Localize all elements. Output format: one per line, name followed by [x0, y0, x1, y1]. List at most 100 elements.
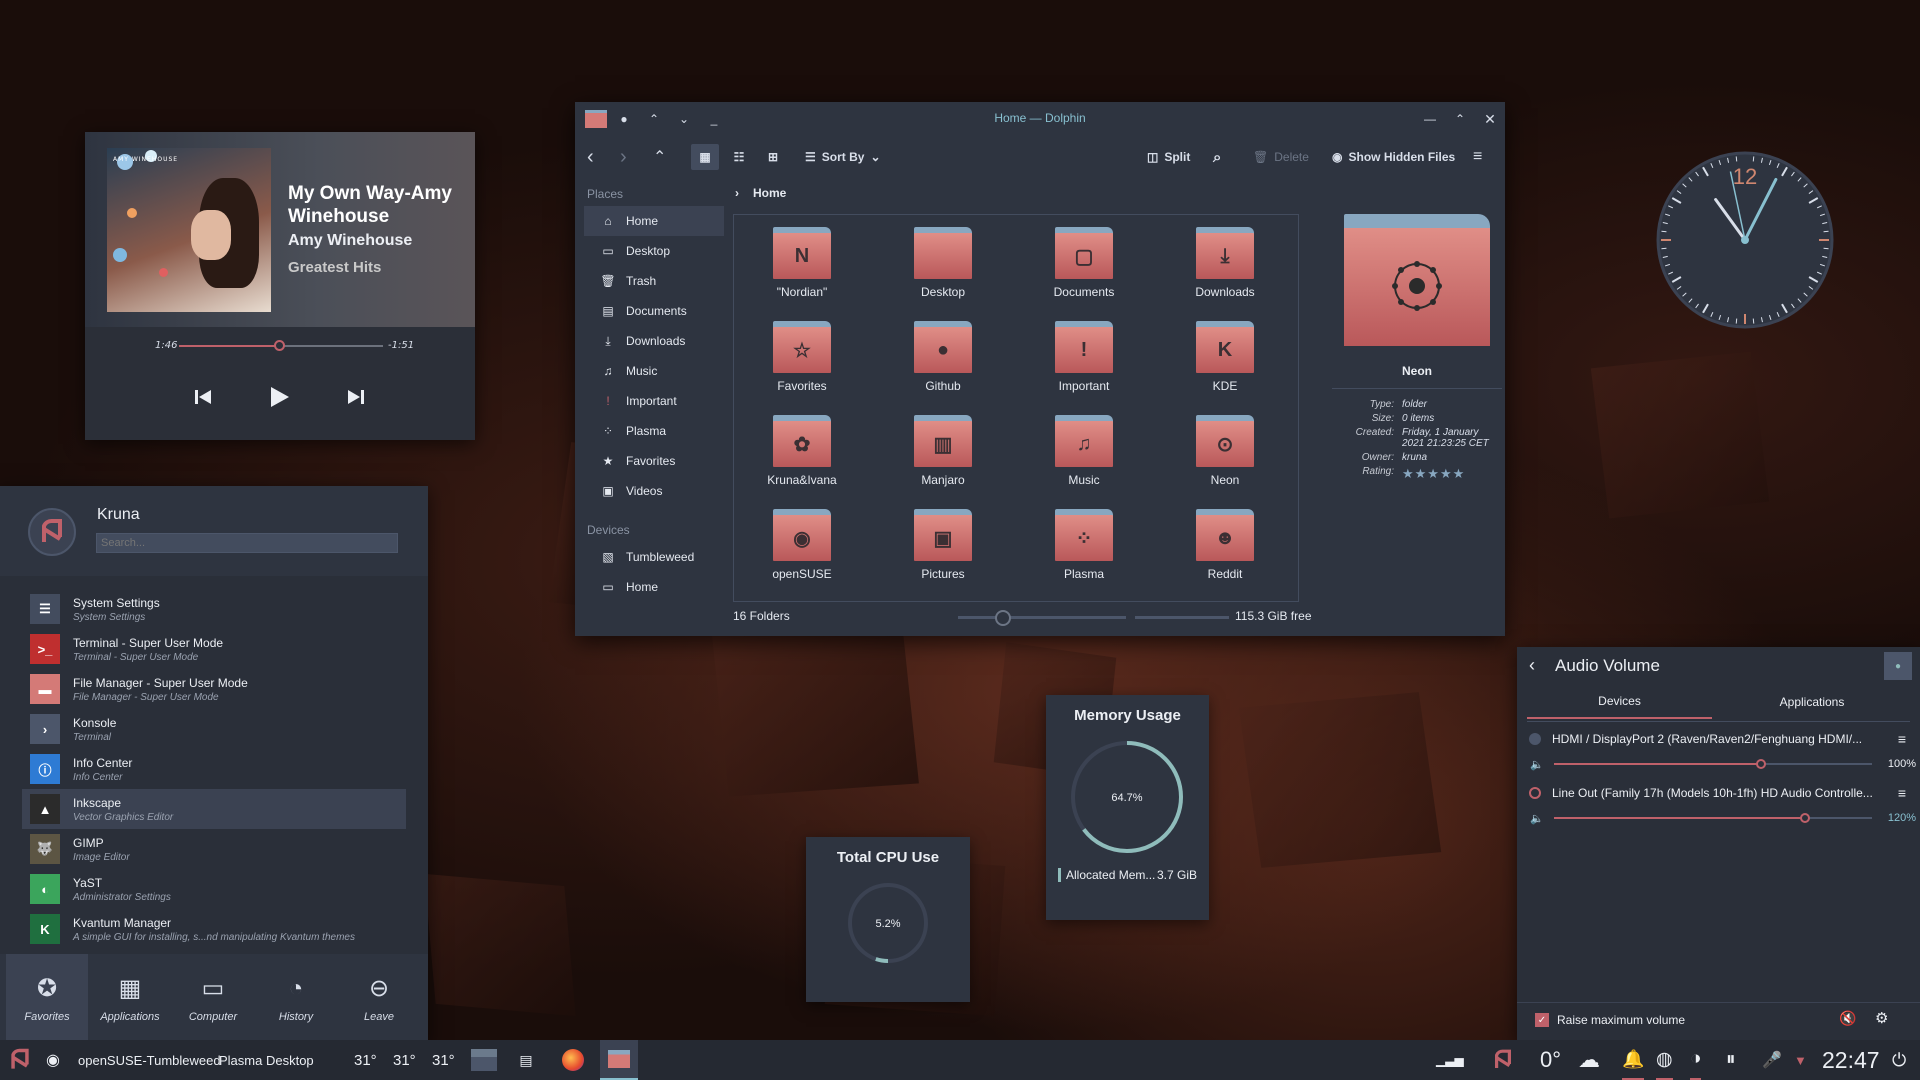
folder-item[interactable]: Desktop [883, 227, 1003, 319]
network-icon[interactable]: ◍ [1656, 1040, 1673, 1080]
back-button[interactable]: ‹ [1529, 655, 1535, 676]
volume-slider[interactable] [1554, 817, 1872, 819]
app-item[interactable]: ▲ Inkscape Vector Graphics Editor [22, 789, 406, 829]
device-menu-icon[interactable]: ≡ [1898, 785, 1906, 801]
folder-item[interactable]: ▢ Documents [1024, 227, 1144, 319]
tab-favorites[interactable]: ✪ Favorites [6, 954, 88, 1043]
minimize-button[interactable]: — [1421, 110, 1439, 128]
device-menu-icon[interactable]: ≡ [1898, 731, 1906, 747]
folder-item[interactable]: ▣ Pictures [883, 509, 1003, 601]
volume-knob[interactable] [1800, 813, 1811, 823]
media-pause-icon[interactable]: ⏸ [1726, 1040, 1736, 1080]
up-button[interactable]: ⌃ [653, 144, 666, 170]
place-desktop[interactable]: ▭ Desktop [584, 236, 724, 266]
launcher-button[interactable] [4, 1040, 36, 1080]
folder-item[interactable]: K KDE [1165, 321, 1285, 413]
back-button[interactable]: ‹ [587, 144, 594, 170]
default-radio[interactable] [1529, 787, 1541, 799]
previous-button[interactable] [188, 382, 218, 412]
sort-by-button[interactable]: ☰ Sort By ⌄ [805, 144, 881, 170]
forward-button[interactable]: › [620, 144, 627, 170]
split-button[interactable]: ◫ Split [1147, 144, 1190, 170]
mixer-icon[interactable]: ⚙ [1875, 1009, 1888, 1027]
tab-history[interactable]: ◔ History [255, 954, 337, 1043]
compact-view-button[interactable]: ☷ [725, 144, 753, 170]
next-button[interactable] [341, 382, 371, 412]
app-item[interactable]: ☰ System Settings System Settings [22, 589, 406, 629]
details-view-button[interactable]: ⊞ [759, 144, 787, 170]
speaker-icon[interactable]: 🔈 [1530, 758, 1544, 771]
folder-item[interactable]: N "Nordian" [742, 227, 862, 319]
menu-button[interactable]: ≡ [1473, 144, 1482, 170]
tab-applications[interactable]: Applications [1717, 685, 1907, 719]
place-plasma[interactable]: ⁘ Plasma [584, 416, 724, 446]
folder-item[interactable]: ▥ Manjaro [883, 415, 1003, 507]
place-documents[interactable]: ▤ Documents [584, 296, 724, 326]
search-input[interactable] [96, 533, 398, 553]
default-radio[interactable] [1529, 733, 1541, 745]
folder-item[interactable]: ☻ Reddit [1165, 509, 1285, 601]
cloud-icon[interactable]: ☁ [1578, 1040, 1600, 1080]
device-tumbleweed[interactable]: ▧ Tumbleweed [584, 542, 724, 572]
folder-item[interactable]: ☆ Favorites [742, 321, 862, 413]
folder-item[interactable]: ✿ Kruna&Ivana [742, 415, 862, 507]
eye-icon[interactable]: ◉ [46, 1040, 60, 1080]
folder-item[interactable]: ♫ Music [1024, 415, 1144, 507]
place-downloads[interactable]: ⤓ Downloads [584, 326, 724, 356]
maximize-button[interactable]: ⌃ [1451, 110, 1469, 128]
signal-icon[interactable]: ▁▃▅ [1436, 1040, 1464, 1080]
app-item[interactable]: ▬ File Manager - Super User Mode File Mana… [22, 669, 406, 709]
dolphin-task[interactable] [600, 1040, 638, 1080]
breadcrumb-home[interactable]: Home [753, 186, 786, 200]
app-item[interactable]: 🐺 GIMP Image Editor [22, 829, 406, 869]
rating-stars[interactable]: ★★★★★ [1402, 466, 1492, 482]
tab-applications[interactable]: ▦ Applications [89, 954, 171, 1043]
power-icon[interactable]: ⏻ [1892, 1040, 1906, 1080]
pager[interactable] [470, 1040, 498, 1080]
zoom-slider-knob[interactable] [995, 610, 1011, 626]
place-music[interactable]: ♫ Music [584, 356, 724, 386]
place-home[interactable]: ⌂ Home [584, 206, 724, 236]
app-item[interactable]: › Konsole Terminal [22, 709, 406, 749]
icons-view-button[interactable]: ▦ [691, 144, 719, 170]
delete-button[interactable]: 🗑 Delete [1253, 144, 1309, 170]
volume-knob[interactable] [1755, 759, 1766, 769]
zoom-slider[interactable] [958, 616, 1126, 619]
close-button[interactable]: ✕ [1481, 110, 1499, 128]
folder-item[interactable]: ⊙ Neon [1165, 415, 1285, 507]
avatar[interactable] [28, 508, 76, 556]
folder-item[interactable]: ! Important [1024, 321, 1144, 413]
volume-slider[interactable] [1554, 763, 1872, 765]
tab-leave[interactable]: ⊖ Leave [338, 954, 420, 1043]
firefox-task[interactable] [558, 1040, 588, 1080]
folder-item[interactable]: ⤓ Downloads [1165, 227, 1285, 319]
app-item[interactable]: K Kvantum Manager A simple GUI for install… [22, 909, 406, 949]
terminal-task[interactable]: ▤ [514, 1040, 538, 1080]
speaker-icon[interactable]: 🔈 [1530, 812, 1544, 825]
search-button[interactable]: ⌕ [1213, 144, 1221, 170]
place-important[interactable]: ! Important [584, 386, 724, 416]
place-favorites[interactable]: ★ Favorites [584, 446, 724, 476]
mute-icon[interactable]: 🔇 [1839, 1010, 1856, 1027]
microphone-icon[interactable]: 🎤 [1762, 1040, 1782, 1080]
tab-devices[interactable]: Devices [1527, 685, 1712, 719]
folder-item[interactable]: ⁘ Plasma [1024, 509, 1144, 601]
device-home[interactable]: ▭ Home [584, 572, 724, 602]
app-item[interactable]: ⓘ Info Center Info Center [22, 749, 406, 789]
seek-slider[interactable] [179, 340, 383, 351]
app-item[interactable]: >_ Terminal - Super User Mode Terminal - S… [22, 629, 406, 669]
raise-max-checkbox[interactable]: ✓ [1535, 1013, 1549, 1027]
place-videos[interactable]: ▣ Videos [584, 476, 724, 506]
tab-computer[interactable]: ▭ Computer [172, 954, 254, 1043]
folder-item[interactable]: ● Github [883, 321, 1003, 413]
folder-item[interactable]: ◉ openSUSE [742, 509, 862, 601]
nordian-tray[interactable] [1488, 1040, 1518, 1080]
expand-tray-icon[interactable]: ▼ [1794, 1040, 1807, 1080]
place-trash[interactable]: 🗑 Trash [584, 266, 724, 296]
volume-tray-icon[interactable]: ◑ [1690, 1040, 1702, 1080]
app-item[interactable]: ◐ YaST Administrator Settings [22, 869, 406, 909]
clock-time[interactable]: 22:47 [1822, 1040, 1880, 1080]
show-hidden-button[interactable]: ◉ Show Hidden Files [1332, 144, 1455, 170]
pin-button[interactable]: ● [1884, 652, 1912, 680]
play-button[interactable] [264, 382, 294, 412]
